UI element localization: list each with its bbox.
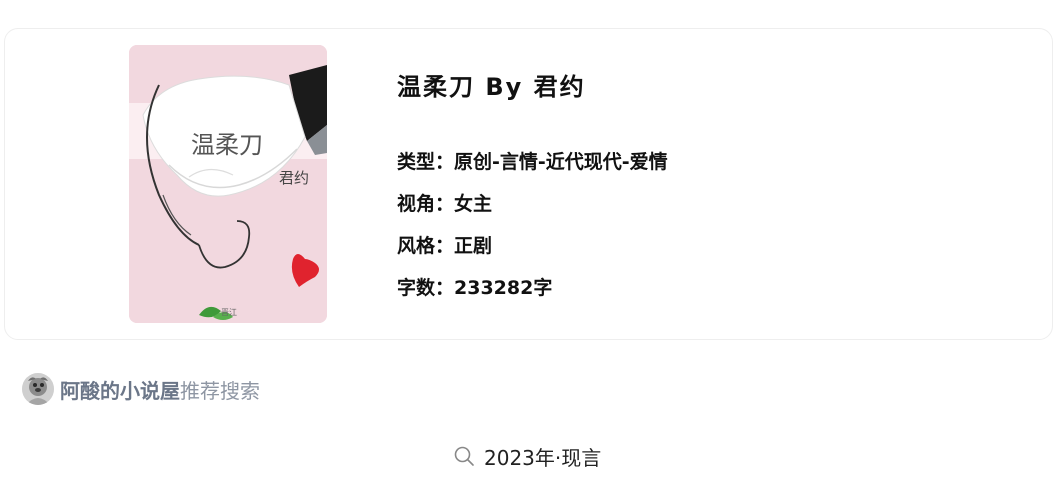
- meta-wordcount: 字数：233282字: [397, 267, 668, 309]
- source-attribution: 阿酸的小说屋 推荐搜索: [22, 372, 260, 406]
- recommend-search-label: 推荐搜索: [180, 378, 260, 403]
- book-info: 温柔刀 By 君约 类型：原创-言情-近代现代-爱情 视角：女主 风格：正剧 字…: [397, 69, 668, 309]
- style-value: 正剧: [454, 235, 493, 257]
- perspective-value: 女主: [454, 193, 493, 215]
- site-name-link[interactable]: 阿酸的小说屋: [60, 375, 180, 404]
- avatar[interactable]: [22, 373, 54, 405]
- meta-genre: 类型：原创-言情-近代现代-爱情: [397, 141, 668, 183]
- perspective-label: 视角：: [397, 193, 455, 215]
- style-label: 风格：: [397, 235, 455, 257]
- dog-avatar-icon: [22, 373, 54, 405]
- meta-style: 风格：正剧: [397, 225, 668, 267]
- book-cover[interactable]: 温柔刀 君约 晋江: [129, 45, 327, 323]
- genre-label: 类型：: [397, 151, 455, 173]
- cover-author: 君约: [279, 169, 310, 187]
- wordcount-label: 字数：: [397, 277, 455, 299]
- meta-perspective: 视角：女主: [397, 183, 668, 225]
- book-card[interactable]: 温柔刀 君约 晋江 温柔刀 By 君约 类型：原创-言情-近代现代-爱情 视角：…: [4, 28, 1053, 340]
- cover-title: 温柔刀: [191, 131, 263, 159]
- cover-publisher-mark: 晋江: [221, 308, 237, 317]
- search-suggestion[interactable]: 2023年·现言: [452, 440, 601, 472]
- search-query: 2023年·现言: [484, 445, 602, 470]
- wordcount-value: 233282字: [454, 277, 553, 299]
- search-icon: [454, 446, 474, 466]
- book-title[interactable]: 温柔刀 By 君约: [397, 69, 668, 105]
- genre-value: 原创-言情-近代现代-爱情: [454, 151, 668, 173]
